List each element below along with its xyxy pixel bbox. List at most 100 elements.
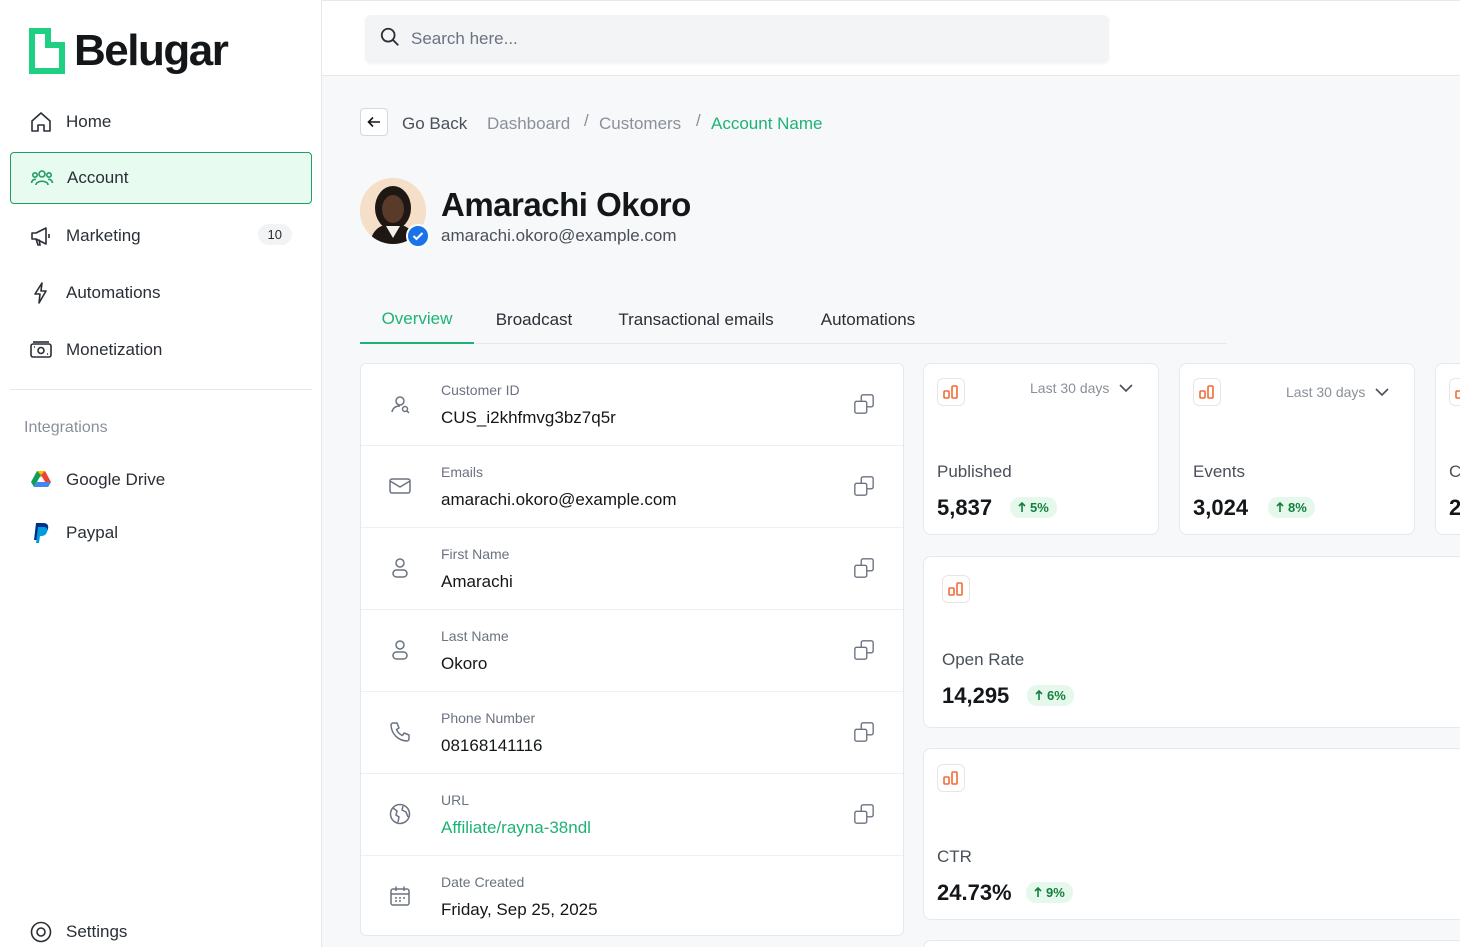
detail-row-date-created: Date Created Friday, Sep 25, 2025 [361,856,903,938]
sidebar-item-paypal[interactable]: Paypal [10,507,312,559]
copy-icon[interactable] [853,803,875,825]
period-dropdown[interactable]: Last 30 days [1286,384,1389,400]
period-label: Last 30 days [1030,380,1110,396]
detail-value: 08168141116 [441,736,543,755]
belugar-logo-icon [29,28,65,74]
paypal-icon [28,520,54,546]
breadcrumb-customers[interactable]: Customers [599,114,681,134]
delta-badge: 5% [1010,497,1057,518]
copy-icon[interactable] [853,557,875,579]
copy-icon[interactable] [853,639,875,661]
arrow-up-icon [1035,690,1043,700]
period-label: Last 30 days [1286,384,1366,400]
count-badge: 10 [257,224,292,245]
detail-value: Okoro [441,654,488,673]
google-drive-icon [28,467,54,493]
brand-name: Belugar [74,26,229,75]
stat-label: Published [937,462,1012,481]
sidebar-item-label: Automations [66,283,161,302]
stat-card-open-rate: Open Rate 14,295 6% [923,556,1460,728]
detail-label: Emails [441,464,484,480]
arrow-up-icon [1034,887,1042,897]
top-bar [322,0,1460,76]
url-link[interactable]: Affiliate/rayna-38ndl [441,818,591,838]
sidebar-item-google-drive[interactable]: Google Drive [10,454,312,506]
sidebar-item-home[interactable]: Home [10,96,312,148]
breadcrumb-separator: / [584,111,589,130]
chevron-down-icon [1375,388,1389,396]
bar-chart-icon [1193,378,1221,406]
customer-details-card: Customer ID CUS_i2khfmvg3bz7q5r Emails a… [360,363,904,936]
profile-email: amarachi.okoro@example.com [441,226,677,245]
period-dropdown[interactable]: Last 30 days [1030,380,1133,396]
stat-card-events: Last 30 days Events 3,024 8% [1179,363,1415,535]
profile-name: Amarachi Okoro [441,186,691,223]
arrow-left-icon [367,116,380,128]
bar-chart-icon [937,764,965,792]
sidebar-divider [10,389,312,390]
sidebar-item-label: Paypal [66,523,118,542]
go-back-link[interactable]: Go Back [402,114,467,134]
sidebar-item-automations[interactable]: Automations [10,267,312,319]
stat-card-published: Last 30 days Published 5,837 5% [923,363,1159,535]
tab-overview[interactable]: Overview [360,296,474,344]
sidebar-item-label: Marketing [66,226,141,245]
users-icon [29,165,55,191]
copy-icon[interactable] [853,393,875,415]
person-icon [392,558,408,578]
tab-automations[interactable]: Automations [810,296,926,344]
back-button[interactable] [360,108,388,136]
detail-label: URL [441,792,470,808]
detail-row-customer-id: Customer ID CUS_i2khfmvg3bz7q5r [361,364,903,446]
arrow-up-icon [1018,502,1026,512]
detail-row-emails: Emails amarachi.okoro@example.com [361,446,903,528]
sidebar-item-label: Home [66,112,112,131]
breadcrumb-dashboard[interactable]: Dashboard [487,114,570,134]
detail-value: Friday, Sep 25, 2025 [441,900,598,919]
delta-value: 9% [1046,885,1065,900]
sidebar-item-label: Settings [66,922,128,941]
sidebar-item-settings[interactable]: Settings [10,906,312,947]
user-search-icon [391,396,410,414]
stat-value: 24.73% [937,880,1012,905]
sidebar: Belugar Home Account Marketing 10 Automa… [0,0,322,947]
stat-label: C [1449,462,1460,481]
megaphone-icon [28,223,54,249]
integrations-heading: Integrations [24,419,108,436]
person-icon [392,640,408,660]
mail-icon [389,478,411,494]
stat-value: 3,024 [1193,495,1249,520]
search-bar[interactable] [365,15,1109,63]
sidebar-item-monetization[interactable]: Monetization [10,324,312,376]
sidebar-item-marketing[interactable]: Marketing 10 [10,210,312,262]
tab-broadcast[interactable]: Broadcast [484,296,584,344]
breadcrumb-current: Account Name [711,114,823,133]
breadcrumb-separator: / [696,111,701,130]
stat-label: Open Rate [942,650,1025,669]
detail-row-last-name: Last Name Okoro [361,610,903,692]
brand-logo[interactable]: Belugar [28,26,229,76]
tab-transactional-emails[interactable]: Transactional emails [606,296,786,344]
stat-label: CTR [937,847,972,866]
money-icon [28,337,54,363]
detail-label: Last Name [441,628,509,644]
sidebar-item-account[interactable]: Account [10,152,312,204]
sidebar-item-label: Google Drive [66,470,166,489]
detail-value: amarachi.okoro@example.com [441,490,677,509]
delta-badge: 8% [1268,497,1315,518]
detail-value: Amarachi [441,572,513,591]
arrow-up-icon [1276,502,1284,512]
search-icon [379,26,401,53]
chevron-down-icon [1119,384,1133,392]
copy-icon[interactable] [853,475,875,497]
globe-icon [389,803,411,825]
stat-value: 14,295 [942,683,1010,708]
stat-label: Events [1193,462,1245,481]
detail-row-first-name: First Name Amarachi [361,528,903,610]
copy-icon[interactable] [853,721,875,743]
search-input[interactable] [411,29,1051,49]
stat-card-ctr: CTR 24.73% 9% [923,748,1460,920]
detail-label: First Name [441,546,510,562]
phone-icon [390,722,410,742]
sidebar-item-label: Account [67,168,129,187]
